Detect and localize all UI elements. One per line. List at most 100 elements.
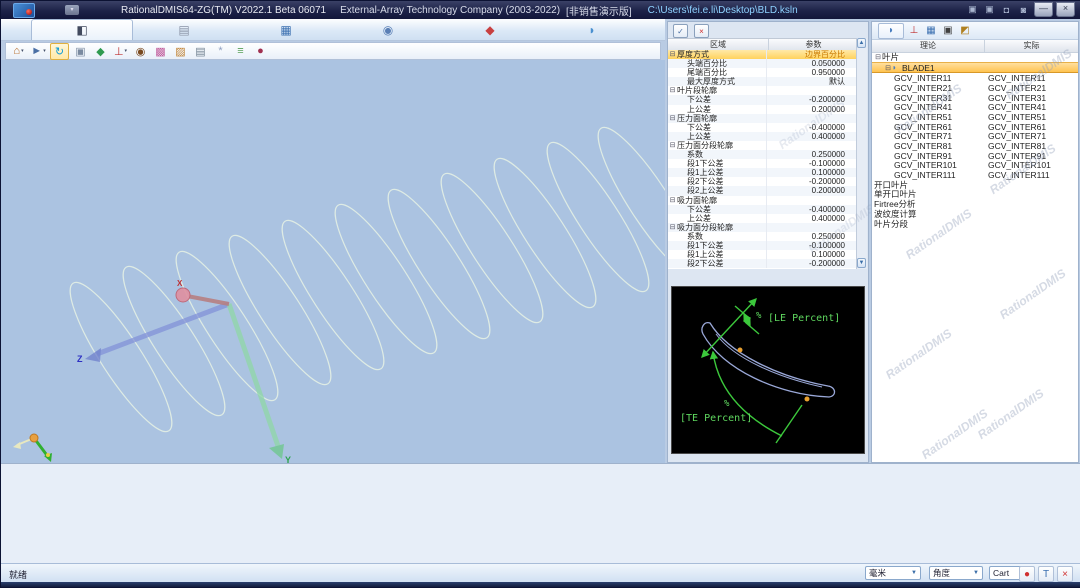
param-row[interactable]: 段2上公差0.200000 [668, 186, 858, 195]
tree-label: GCV_INTER71 [894, 131, 952, 141]
param-row[interactable]: ⊟厚度方式边界百分比 [668, 50, 858, 59]
tree-row[interactable]: GCV_INTER81GCV_INTER81 [872, 141, 1078, 151]
tab-document[interactable]: ▤ [133, 19, 235, 40]
angle-select[interactable]: 角度 ▼ [929, 566, 983, 580]
param-row[interactable]: 段2下公差-0.200000 [668, 177, 858, 186]
param-row[interactable]: 最大厚度方式默认 [668, 77, 858, 86]
database-icon[interactable]: ▤ [192, 44, 209, 59]
minimize-button[interactable]: — [1034, 2, 1053, 17]
row-indent [668, 186, 677, 195]
expand-icon[interactable]: ⊟ [884, 64, 892, 72]
scroll-up-icon[interactable]: ▲ [857, 38, 866, 48]
param-row[interactable]: ⊟吸力面分段轮廓 [668, 223, 858, 232]
param-row[interactable]: 头端百分比0.050000 [668, 59, 858, 68]
tree-row[interactable]: GCV_INTER51GCV_INTER51 [872, 112, 1078, 122]
color-window-icon[interactable]: ▩ [152, 44, 169, 59]
blade-sections-canvas: Z Y X [1, 60, 665, 463]
close-button[interactable]: × [1056, 2, 1075, 17]
param-label: 上公差 [677, 132, 766, 141]
param-row[interactable]: ⊟吸力面轮廓 [668, 196, 858, 205]
tree-row[interactable]: GCV_INTER21GCV_INTER21 [872, 83, 1078, 93]
param-row[interactable]: 下公差-0.200000 [668, 95, 858, 104]
tree-row[interactable]: GCV_INTER101GCV_INTER101 [872, 161, 1078, 171]
param-row[interactable]: 段1上公差0.100000 [668, 250, 858, 259]
tab-graphics[interactable]: ◆ [439, 19, 541, 40]
status-link-icon[interactable]: × [1057, 566, 1073, 582]
tab-network[interactable]: ◗ [541, 19, 643, 40]
status-stop-icon[interactable]: ● [1019, 566, 1035, 582]
screen-display-icon[interactable]: ▣ [965, 3, 980, 16]
tab-report[interactable]: ▦ [235, 19, 337, 40]
param-row[interactable]: 尾端百分比0.950000 [668, 68, 858, 77]
param-row[interactable]: ⊟压力面分段轮廓 [668, 141, 858, 150]
user-lock-icon[interactable]: ● [252, 44, 269, 59]
tree-row[interactable]: ⊟◗BLADE1 [872, 62, 1078, 74]
expand-icon[interactable]: ⊟ [668, 141, 677, 150]
axes-icon[interactable]: ⊥ [907, 24, 921, 38]
param-row[interactable]: 上公差0.200000 [668, 105, 858, 114]
param-row[interactable]: 上公差0.400000 [668, 132, 858, 141]
parameter-scrollbar[interactable]: ▲ ▼ [856, 38, 867, 269]
unit-select[interactable]: 毫米 ▼ [865, 566, 921, 580]
paint-icon[interactable]: ▨ [172, 44, 189, 59]
blade-tab-icon[interactable]: ◗ [878, 23, 904, 39]
expand-icon[interactable]: ⊟ [874, 53, 882, 61]
status-temp-icon[interactable]: T [1038, 566, 1054, 582]
expand-icon[interactable]: ⊟ [668, 86, 677, 95]
expand-icon[interactable]: ⊟ [668, 223, 677, 232]
tab-mouse[interactable]: ◉ [337, 19, 439, 40]
param-value [766, 114, 858, 123]
list-settings-icon[interactable]: ≡ [232, 44, 249, 59]
param-row[interactable]: 系数0.250000 [668, 150, 858, 159]
param-row[interactable]: 段1下公差-0.100000 [668, 159, 858, 168]
viewport-3d[interactable]: Z Y X [1, 60, 665, 463]
row-indent [668, 132, 677, 141]
tree-row[interactable]: GCV_INTER11GCV_INTER11 [872, 73, 1078, 83]
tree-row[interactable]: GCV_INTER71GCV_INTER71 [872, 132, 1078, 142]
tree-row[interactable]: ⊟叶片 [872, 52, 1078, 62]
zoom-window-icon[interactable]: ▣ [72, 44, 89, 59]
shield-status-icon[interactable]: ◙ [1016, 3, 1031, 16]
param-row[interactable]: 上公差0.400000 [668, 214, 858, 223]
camera-icon[interactable]: ▣ [941, 24, 955, 38]
tab-document-icon: ▤ [175, 22, 193, 38]
tree-row[interactable]: 叶片分段 [872, 219, 1078, 229]
param-row[interactable]: 段1上公差0.100000 [668, 168, 858, 177]
param-row[interactable]: 段2下公差-0.200000 [668, 259, 858, 268]
param-label: 厚度方式 [677, 50, 766, 59]
snow-pattern-icon[interactable]: * [212, 44, 229, 59]
tree-row[interactable]: GCV_INTER41GCV_INTER41 [872, 102, 1078, 112]
scroll-down-icon[interactable]: ▼ [857, 258, 866, 268]
lock-status-icon[interactable]: ◘ [999, 3, 1014, 16]
param-row[interactable]: 下公差-0.400000 [668, 123, 858, 132]
row-indent [668, 177, 677, 186]
param-row[interactable]: 段1下公差-0.100000 [668, 241, 858, 250]
expand-icon[interactable]: ⊟ [668, 50, 677, 59]
param-value: 默认 [766, 77, 858, 86]
screen-overlay-icon[interactable]: ▣ [982, 3, 997, 16]
param-value: 0.200000 [766, 105, 858, 114]
expand-icon[interactable]: ⊟ [668, 114, 677, 123]
row-indent [668, 68, 677, 77]
app-logo-icon[interactable] [13, 3, 35, 18]
menu-chevron-icon[interactable]: ▾ [65, 5, 79, 15]
axes-view-icon[interactable]: ⊥▾ [112, 44, 129, 59]
tree-row[interactable]: GCV_INTER31GCV_INTER31 [872, 93, 1078, 103]
panel-close-icon[interactable]: × [694, 24, 709, 38]
param-row[interactable]: ⊟叶片段轮廓 [668, 86, 858, 95]
grid-icon[interactable]: ▦ [924, 24, 938, 38]
eye-view-icon[interactable]: ◉ [132, 44, 149, 59]
tab-measure[interactable]: ◧ [31, 19, 133, 40]
param-row[interactable]: 下公差-0.400000 [668, 205, 858, 214]
select-cursor-icon[interactable]: ►▾ [30, 44, 47, 59]
refresh-view-icon[interactable]: ↻ [50, 43, 69, 60]
tree-row[interactable]: GCV_INTER91GCV_INTER91 [872, 151, 1078, 161]
param-row[interactable]: ⊟压力面轮廓 [668, 114, 858, 123]
expand-icon[interactable]: ⊟ [668, 196, 677, 205]
probe-filter-icon[interactable]: ◩ [958, 24, 972, 38]
tree-row[interactable]: GCV_INTER61GCV_INTER61 [872, 122, 1078, 132]
panel-confirm-icon[interactable]: ✓ [673, 24, 688, 38]
home-icon[interactable]: ⌂▾ [10, 44, 27, 59]
param-row[interactable]: 系数0.250000 [668, 232, 858, 241]
fit-view-icon[interactable]: ◆ [92, 44, 109, 59]
